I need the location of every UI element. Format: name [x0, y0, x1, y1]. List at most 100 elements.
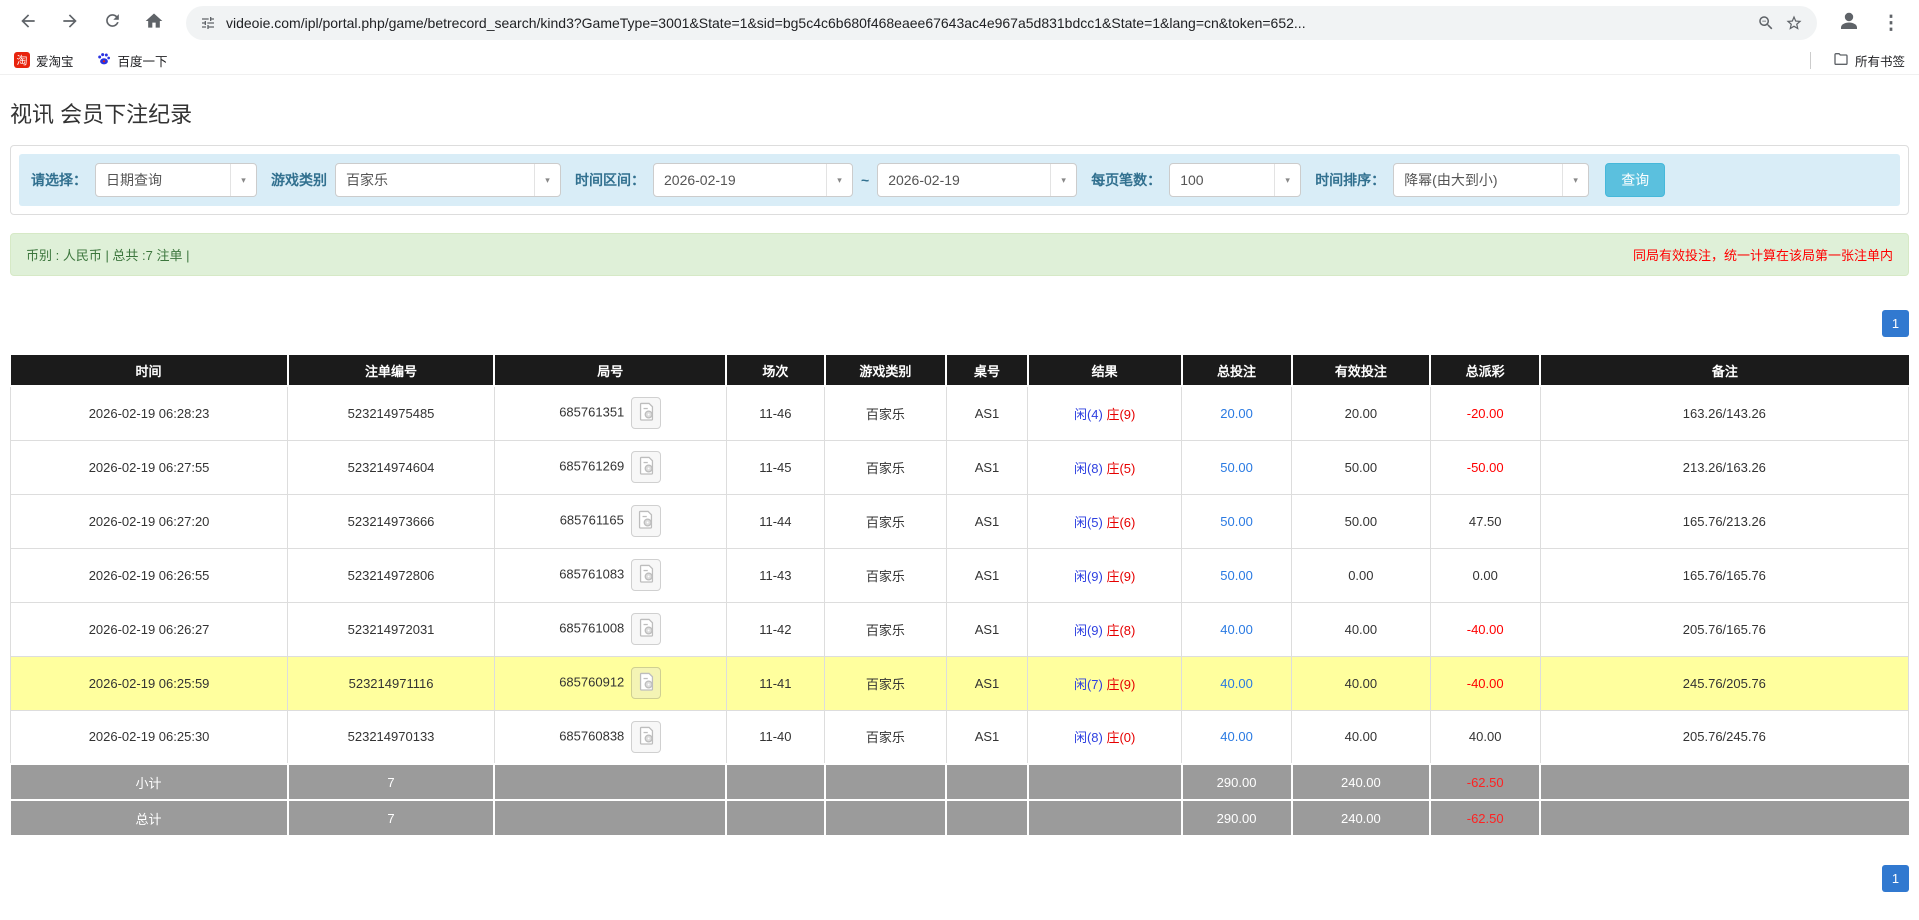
result-player: 闲(9) — [1074, 623, 1103, 638]
table-row: 2026-02-19 06:28:23523214975485685761351… — [11, 386, 1909, 440]
video-replay-button[interactable] — [631, 667, 661, 699]
round-id: 685761165 — [560, 512, 624, 527]
subtotal-row: 小计7290.00240.00-62.50 — [11, 764, 1909, 800]
all-bookmarks-button[interactable]: 所有书签 — [1833, 51, 1905, 70]
total-bet-link[interactable]: 20.00 — [1220, 406, 1253, 421]
payout-total: -62.50 — [1467, 775, 1504, 790]
result-player: 闲(5) — [1074, 515, 1103, 530]
total-bet-link[interactable]: 40.00 — [1220, 676, 1253, 691]
back-icon — [18, 11, 38, 36]
subtotal-row-cell-2: 7 — [288, 764, 495, 800]
url-bar[interactable]: videoie.com/ipl/portal.php/game/betrecor… — [186, 6, 1817, 40]
video-replay-button[interactable] — [631, 505, 661, 537]
cell-result: 闲(4) 庄(9) — [1028, 386, 1182, 440]
cell-result: 闲(5) 庄(6) — [1028, 494, 1182, 548]
bookmark-star-icon[interactable] — [1785, 14, 1803, 32]
video-replay-button[interactable] — [631, 397, 661, 429]
pagination-top: 1 — [10, 310, 1909, 337]
round-id: 685761008 — [559, 620, 624, 635]
payout-value: 0.00 — [1473, 568, 1498, 583]
query-type-label: 请选择： — [31, 170, 87, 190]
cell-game: 百家乐 — [825, 602, 946, 656]
site-settings-icon[interactable] — [200, 15, 216, 31]
round-id: 685760838 — [559, 728, 624, 743]
cell-table: AS1 — [946, 710, 1028, 764]
query-type-select[interactable]: 日期查询 ▾ — [95, 163, 257, 197]
bookmark-label: 爱淘宝 — [36, 51, 74, 70]
date-to-select[interactable]: 2026-02-19 ▾ — [877, 163, 1077, 197]
search-button[interactable]: 查询 — [1605, 163, 1665, 197]
cell-time: 2026-02-19 06:27:55 — [11, 440, 288, 494]
cell-session: 11-46 — [726, 386, 825, 440]
video-replay-button[interactable] — [631, 451, 661, 483]
page-number-button[interactable]: 1 — [1882, 310, 1909, 337]
time-sort-select[interactable]: 降幂(由大到小) ▾ — [1393, 163, 1589, 197]
payout-value: -20.00 — [1467, 406, 1504, 421]
home-button[interactable] — [136, 5, 172, 41]
page-size-select[interactable]: 100 ▾ — [1169, 163, 1301, 197]
bookmark-aitaobao[interactable]: 淘 爱淘宝 — [14, 51, 74, 70]
bookmarks-bar: 淘 爱淘宝 百度一下 所有书签 — [0, 46, 1919, 75]
total-row-cell-2: 7 — [288, 800, 495, 836]
video-replay-button[interactable] — [631, 559, 661, 591]
payout-value: -40.00 — [1467, 622, 1504, 637]
filter-panel: 请选择： 日期查询 ▾ 游戏类别 百家乐 ▾ 时间区间： 2026-02-19 … — [10, 145, 1909, 215]
profile-avatar[interactable] — [1831, 5, 1867, 41]
video-replay-button[interactable] — [631, 613, 661, 645]
payout-value: 40.00 — [1469, 729, 1502, 744]
cell-total-bet: 40.00 — [1182, 710, 1292, 764]
total-bet-link[interactable]: 40.00 — [1220, 729, 1253, 744]
bookmark-baidu[interactable]: 百度一下 — [96, 51, 168, 70]
date-from-value: 2026-02-19 — [654, 172, 826, 188]
cell-remark: 165.76/165.76 — [1540, 548, 1908, 602]
date-to-value: 2026-02-19 — [878, 172, 1050, 188]
home-icon — [144, 11, 164, 36]
page-size-value: 100 — [1170, 172, 1274, 188]
video-replay-button[interactable] — [631, 721, 661, 753]
reload-button[interactable] — [94, 5, 130, 41]
col-header-8: 总投注 — [1182, 354, 1292, 386]
cell-total-bet: 50.00 — [1182, 494, 1292, 548]
total-bet-link[interactable]: 50.00 — [1220, 568, 1253, 583]
video-file-icon — [638, 456, 655, 478]
total-row-cell-10: -62.50 — [1430, 800, 1540, 836]
cell-round: 685761269 — [494, 440, 726, 494]
browser-menu-button[interactable]: ⋮ — [1873, 5, 1909, 41]
back-button[interactable] — [10, 5, 46, 41]
result-banker: 庄(5) — [1106, 461, 1135, 476]
total-bet-link[interactable]: 50.00 — [1220, 460, 1253, 475]
total-row: 总计7290.00240.00-62.50 — [11, 800, 1909, 836]
total-bet-link[interactable]: 50.00 — [1220, 514, 1253, 529]
subtotal-row-cell-6 — [946, 764, 1028, 800]
baidu-paw-favicon — [96, 51, 112, 70]
table-row: 2026-02-19 06:26:27523214972031685761008… — [11, 602, 1909, 656]
date-from-select[interactable]: 2026-02-19 ▾ — [653, 163, 853, 197]
game-type-select[interactable]: 百家乐 ▾ — [335, 163, 561, 197]
result-banker: 庄(9) — [1106, 677, 1135, 692]
cell-time: 2026-02-19 06:28:23 — [11, 386, 288, 440]
col-header-11: 备注 — [1540, 354, 1908, 386]
subtotal-row-cell-3 — [494, 764, 726, 800]
cell-game: 百家乐 — [825, 386, 946, 440]
bookmarks-divider — [1810, 52, 1811, 69]
zoom-out-icon[interactable] — [1757, 14, 1775, 32]
browser-chrome: videoie.com/ipl/portal.php/game/betrecor… — [0, 0, 1919, 75]
cell-session: 11-42 — [726, 602, 825, 656]
cell-game: 百家乐 — [825, 656, 946, 710]
total-row-cell-6 — [946, 800, 1028, 836]
avatar-icon — [1837, 9, 1861, 38]
url-text[interactable]: videoie.com/ipl/portal.php/game/betrecor… — [226, 15, 1747, 31]
cell-remark: 163.26/143.26 — [1540, 386, 1908, 440]
page-content: 视讯 会员下注纪录 请选择： 日期查询 ▾ 游戏类别 百家乐 ▾ 时间区间： 2… — [0, 97, 1919, 892]
cell-bet-id: 523214970133 — [288, 710, 495, 764]
page-number-button[interactable]: 1 — [1882, 865, 1909, 892]
cell-valid-bet: 40.00 — [1292, 656, 1431, 710]
total-row-cell-3 — [494, 800, 726, 836]
time-sort-value: 降幂(由大到小) — [1394, 170, 1562, 190]
total-row-cell-11 — [1540, 800, 1908, 836]
forward-button[interactable] — [52, 5, 88, 41]
cell-remark: 165.76/213.26 — [1540, 494, 1908, 548]
total-bet-link[interactable]: 40.00 — [1220, 622, 1253, 637]
result-player: 闲(8) — [1074, 730, 1103, 745]
col-header-1: 时间 — [11, 354, 288, 386]
